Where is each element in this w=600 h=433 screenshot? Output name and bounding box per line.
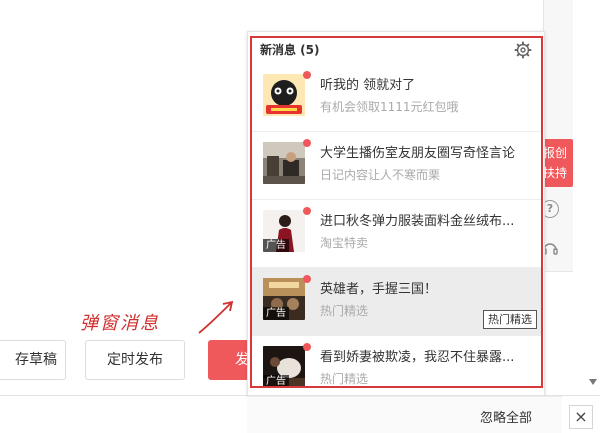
popup-title: 新消息 (5)	[260, 43, 320, 57]
unread-dot	[303, 275, 311, 283]
message-item[interactable]: 大学生播伤室友朋友圈写奇怪言论 日记内容让人不寒而栗	[251, 132, 541, 200]
unread-dot	[303, 343, 311, 351]
message-thumbnail: 广告	[263, 346, 305, 388]
save-draft-button[interactable]: 存草稿	[0, 340, 66, 380]
message-item[interactable]: 广告 看到娇妻被欺凌，我忍不住暴露... 热门精选	[251, 336, 541, 404]
message-thumbnail	[263, 74, 305, 116]
right-sidebar	[543, 0, 573, 272]
page-scrollbar[interactable]	[587, 0, 600, 395]
gear-icon[interactable]	[514, 41, 532, 59]
message-title: 进口秋冬弹力服装面料金丝绒布...	[320, 214, 515, 229]
tooltip: 热门精选	[483, 310, 537, 329]
close-button[interactable]: ×	[569, 405, 593, 429]
scroll-down-arrow-icon[interactable]	[589, 379, 597, 385]
popup-footer: 忽略全部	[247, 396, 562, 433]
message-subtitle: 淘宝特卖	[320, 236, 369, 250]
unread-dot	[303, 139, 311, 147]
schedule-publish-button[interactable]: 定时发布	[85, 340, 185, 380]
message-subtitle: 有机会领取1111元红包哦	[320, 100, 459, 114]
notification-popup: 新消息 (5) 听我的 领就对了 有机会领取1111元红包哦 大学生播伤室友朋友…	[247, 31, 545, 396]
message-title: 看到娇妻被欺凌，我忍不住暴露...	[320, 350, 515, 365]
ad-tag: 广告	[263, 307, 289, 320]
ad-tag: 广告	[263, 375, 289, 388]
message-thumbnail: 广告	[263, 210, 305, 252]
message-title: 听我的 领就对了	[320, 78, 416, 93]
message-subtitle: 日记内容让人不寒而栗	[320, 168, 441, 182]
annotation-label: 弹窗消息	[80, 313, 160, 334]
message-thumbnail	[263, 142, 305, 184]
unread-dot	[303, 207, 311, 215]
ad-tag: 广告	[263, 239, 289, 252]
ignore-all-link[interactable]: 忽略全部	[480, 407, 532, 426]
message-item[interactable]: 听我的 领就对了 有机会领取1111元红包哦	[251, 64, 541, 132]
message-title: 英雄者，手握三国！	[320, 282, 438, 297]
message-title: 大学生播伤室友朋友圈写奇怪言论	[320, 146, 516, 161]
message-subtitle: 热门精选	[320, 372, 369, 386]
unread-dot	[303, 71, 311, 79]
message-thumbnail: 广告	[263, 278, 305, 320]
annotation-arrow-icon	[198, 300, 234, 334]
message-item[interactable]: 广告 进口秋冬弹力服装面料金丝绒布... 淘宝特卖	[251, 200, 541, 268]
